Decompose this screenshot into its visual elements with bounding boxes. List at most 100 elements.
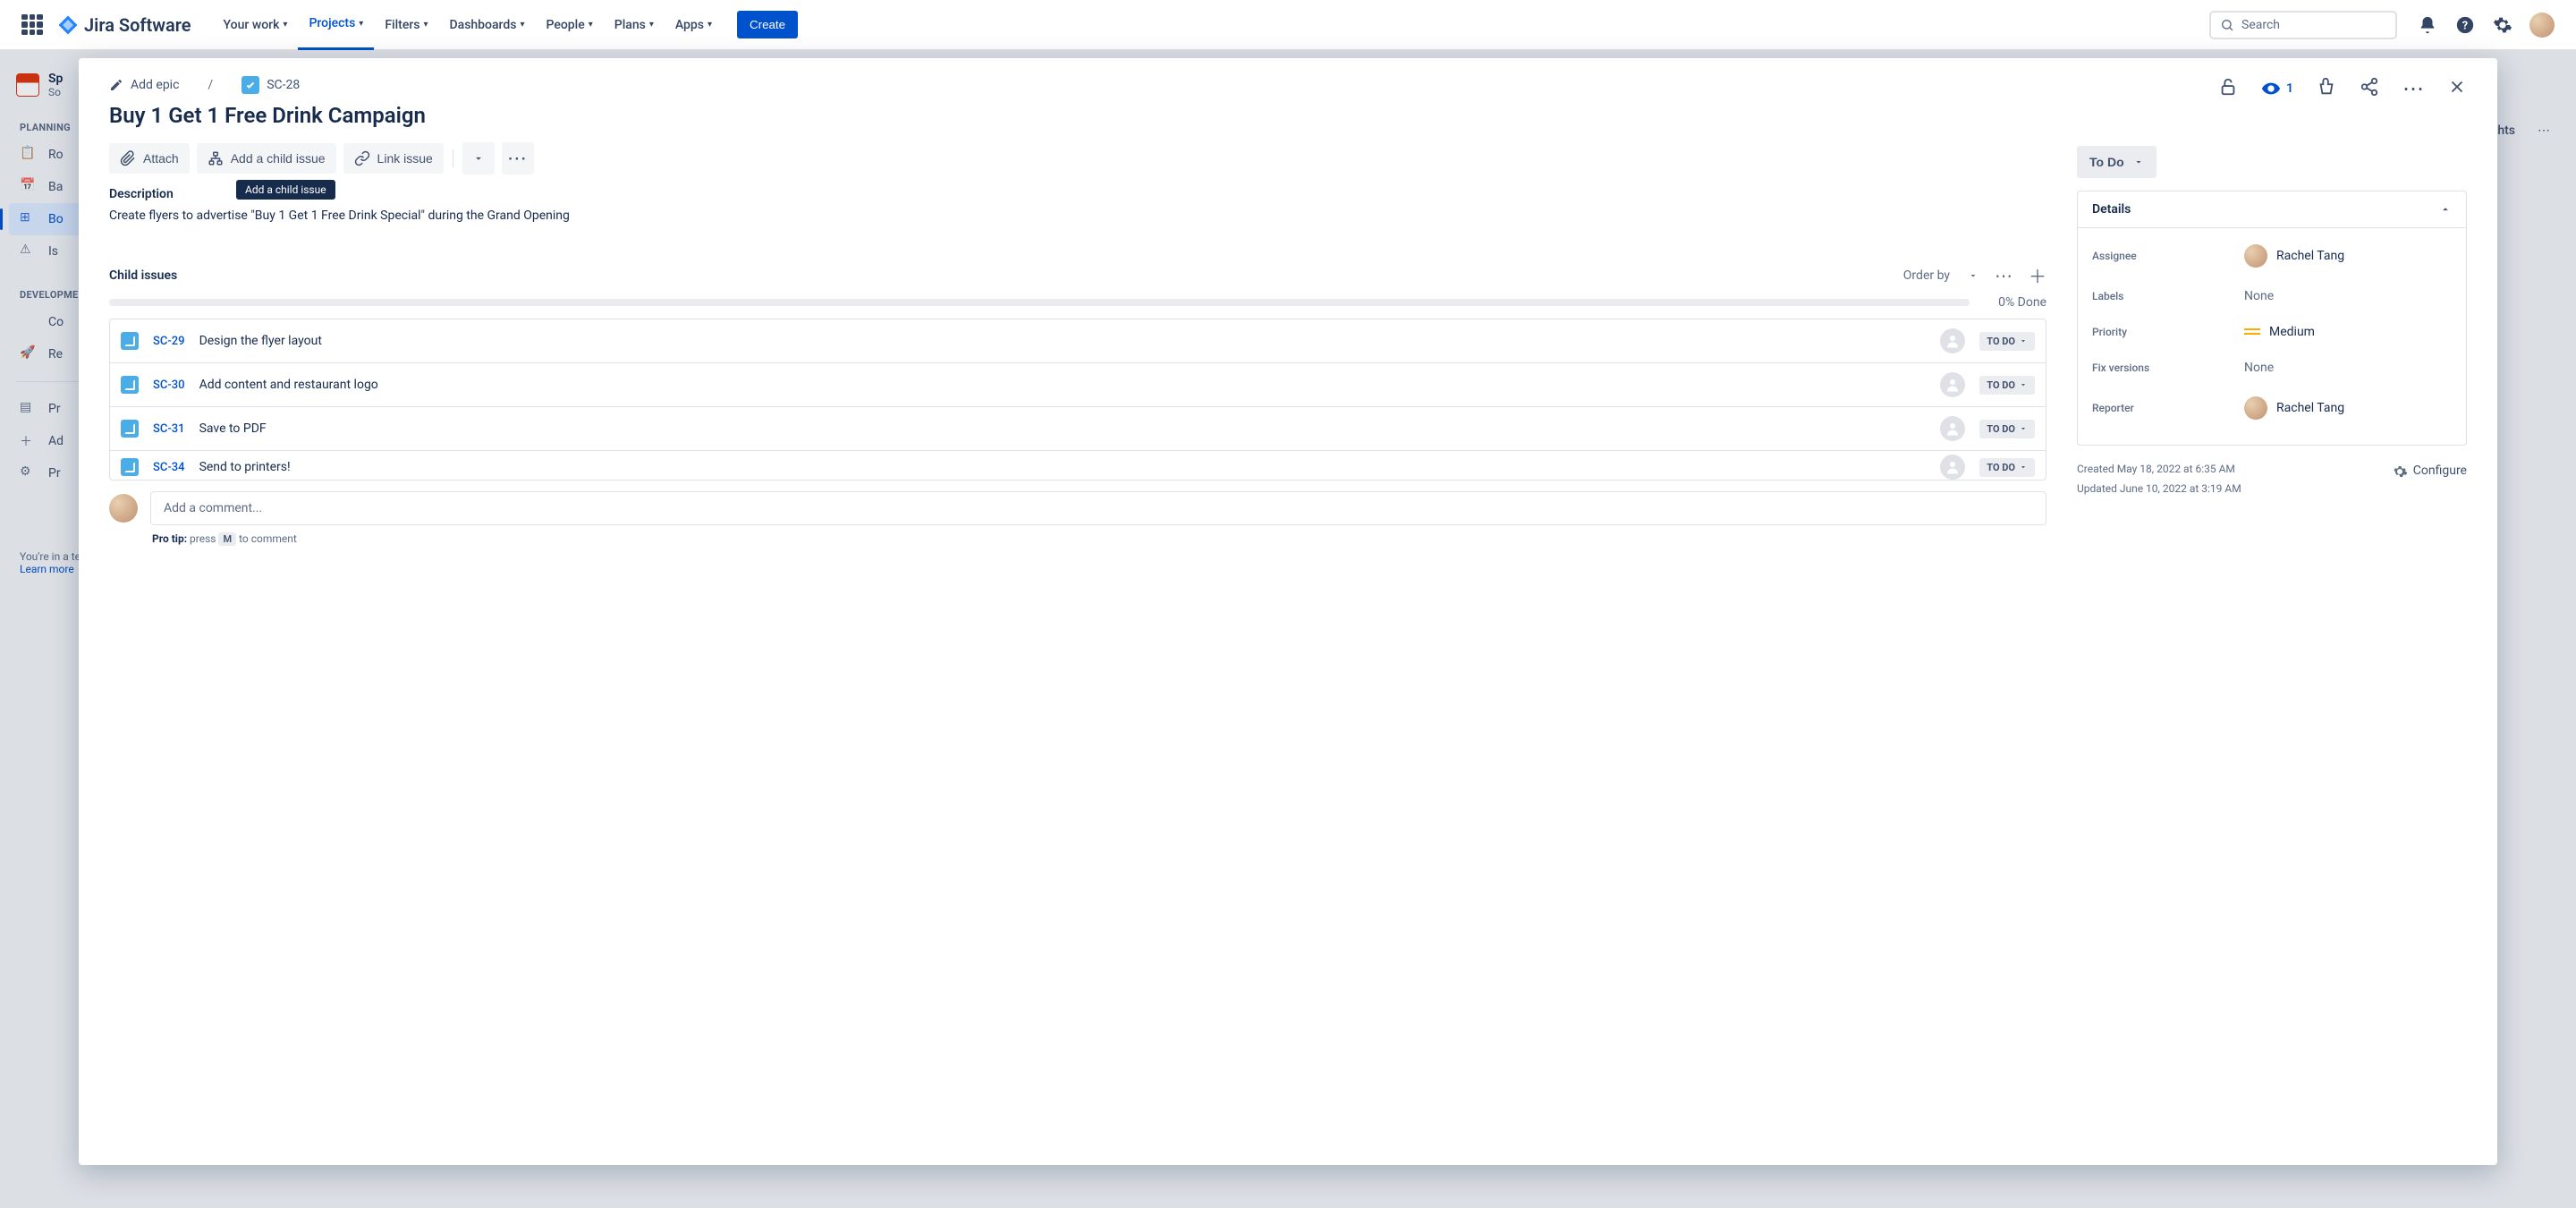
priority-value[interactable]: Medium: [2244, 325, 2315, 339]
updated-timestamp: Updated June 10, 2022 at 3:19 AM: [2077, 480, 2241, 499]
child-issue-key[interactable]: SC-31: [153, 422, 185, 436]
help-icon[interactable]: ?: [2454, 14, 2476, 36]
child-progress-label: 0% Done: [1998, 295, 2046, 310]
chevron-down-icon: [1968, 270, 1979, 281]
subtask-icon: [121, 458, 139, 476]
top-navigation: Jira Software Your work▾Projects▾Filters…: [0, 0, 2576, 50]
chevron-down-icon: [472, 152, 485, 165]
description-text[interactable]: Create flyers to advertise "Buy 1 Get 1 …: [109, 208, 2046, 223]
modal-top-actions: 1 ⋯: [2077, 76, 2467, 101]
child-issue-summary[interactable]: Save to PDF: [199, 421, 1927, 436]
child-issue-summary[interactable]: Design the flyer layout: [199, 334, 1927, 348]
fix-versions-value[interactable]: None: [2244, 361, 2274, 375]
nav-item-people[interactable]: People▾: [536, 0, 604, 50]
priority-medium-icon: [2244, 328, 2260, 336]
profile-avatar[interactable]: [2529, 13, 2555, 38]
subtask-icon: [121, 376, 139, 394]
priority-label: Priority: [2092, 326, 2244, 338]
status-dropdown[interactable]: To Do: [2077, 146, 2157, 178]
nav-item-apps[interactable]: Apps▾: [665, 0, 723, 50]
vote-icon[interactable]: [2317, 77, 2336, 100]
labels-value[interactable]: None: [2244, 289, 2274, 303]
nav-item-filters[interactable]: Filters▾: [374, 0, 438, 50]
child-issue-row[interactable]: SC-34 Send to printers! TO DO: [110, 451, 2046, 480]
details-panel: Details Assignee Rachel Tang Labels None: [2077, 191, 2467, 446]
configure-link[interactable]: Configure: [2392, 460, 2467, 482]
pro-tip-hint: Pro tip: press M to comment: [152, 532, 2046, 546]
details-header[interactable]: Details: [2078, 191, 2466, 228]
child-issue-row[interactable]: SC-31 Save to PDF TO DO: [110, 407, 2046, 451]
chevron-down-icon: [2133, 157, 2144, 167]
child-issue-summary[interactable]: Send to printers!: [199, 460, 1927, 474]
child-issue-key[interactable]: SC-30: [153, 379, 185, 392]
edit-icon: [109, 78, 123, 92]
more-actions-button[interactable]: ⋯: [502, 142, 534, 174]
labels-label: Labels: [2092, 290, 2244, 302]
comment-input[interactable]: Add a comment...: [150, 491, 2046, 525]
add-child-tooltip: Add a child issue: [236, 180, 335, 200]
hierarchy-icon: [208, 150, 224, 166]
reporter-avatar: [2244, 396, 2267, 420]
product-name: Jira Software: [84, 14, 191, 36]
share-icon[interactable]: [2360, 77, 2379, 100]
add-child-issue-button[interactable]: Add a child issue: [197, 143, 336, 174]
app-switcher-icon[interactable]: [21, 14, 43, 36]
add-epic-link[interactable]: Add epic: [131, 78, 179, 92]
unlock-icon[interactable]: [2218, 77, 2238, 100]
issue-title[interactable]: Buy 1 Get 1 Free Drink Campaign: [109, 103, 2046, 128]
child-issue-key[interactable]: SC-34: [153, 461, 185, 474]
subtask-icon: [121, 420, 139, 438]
reporter-label: Reporter: [2092, 402, 2244, 414]
notifications-icon[interactable]: [2417, 14, 2438, 36]
link-issue-dropdown-button[interactable]: [462, 142, 495, 174]
child-issue-row[interactable]: SC-29 Design the flyer layout TO DO: [110, 319, 2046, 363]
order-by-dropdown[interactable]: Order by: [1903, 268, 1979, 283]
link-issue-button[interactable]: Link issue: [343, 143, 444, 174]
child-status-dropdown[interactable]: TO DO: [1979, 376, 2035, 395]
unassigned-avatar-icon[interactable]: [1940, 416, 1965, 441]
create-button[interactable]: Create: [737, 11, 798, 38]
chevron-up-icon: [2439, 203, 2452, 216]
settings-icon[interactable]: [2492, 14, 2513, 36]
task-issue-type-icon: [242, 76, 259, 94]
subtask-icon: [121, 332, 139, 350]
watch-button[interactable]: 1: [2261, 79, 2293, 98]
child-status-dropdown[interactable]: TO DO: [1979, 458, 2035, 477]
nav-item-dashboards[interactable]: Dashboards▾: [439, 0, 536, 50]
product-logo[interactable]: Jira Software: [57, 14, 191, 36]
nav-item-projects[interactable]: Projects▾: [298, 0, 374, 50]
child-status-dropdown[interactable]: TO DO: [1979, 332, 2035, 351]
child-status-dropdown[interactable]: TO DO: [1979, 420, 2035, 438]
issue-modal: Add epic / SC-28 Buy 1 Get 1 Free Drink …: [79, 58, 2497, 1165]
child-issue-key[interactable]: SC-29: [153, 335, 185, 348]
attach-button[interactable]: Attach: [109, 143, 190, 174]
unassigned-avatar-icon[interactable]: [1940, 372, 1965, 397]
child-issue-summary[interactable]: Add content and restaurant logo: [199, 378, 1927, 392]
assignee-value[interactable]: Rachel Tang: [2244, 244, 2344, 268]
child-issue-row[interactable]: SC-30 Add content and restaurant logo TO D…: [110, 363, 2046, 407]
created-timestamp: Created May 18, 2022 at 6:35 AM: [2077, 460, 2241, 480]
more-actions-icon[interactable]: ⋯: [2402, 76, 2424, 101]
unassigned-avatar-icon[interactable]: [1940, 328, 1965, 353]
search-placeholder: Search: [2241, 18, 2280, 32]
description-label: Description: [109, 187, 2046, 201]
search-input[interactable]: Search: [2209, 11, 2397, 39]
gear-icon: [2392, 464, 2408, 480]
child-more-actions-icon[interactable]: ⋯: [1995, 265, 2012, 286]
close-icon[interactable]: [2447, 77, 2467, 100]
assignee-avatar: [2244, 244, 2267, 268]
current-user-avatar: [109, 494, 138, 523]
paperclip-icon: [120, 150, 136, 166]
more-dots-icon: ⋯: [507, 147, 529, 170]
fix-versions-label: Fix versions: [2092, 362, 2244, 374]
nav-item-plans[interactable]: Plans▾: [604, 0, 665, 50]
child-issues-label: Child issues: [109, 268, 177, 283]
reporter-value[interactable]: Rachel Tang: [2244, 396, 2344, 420]
add-child-plus-icon[interactable]: ＋: [2029, 262, 2046, 288]
nav-item-your-work[interactable]: Your work▾: [213, 0, 299, 50]
unassigned-avatar-icon[interactable]: [1940, 455, 1965, 480]
assignee-label: Assignee: [2092, 250, 2244, 262]
child-progress-bar: [109, 299, 1970, 306]
svg-text:?: ?: [2462, 19, 2468, 32]
issue-key[interactable]: SC-28: [267, 78, 300, 92]
